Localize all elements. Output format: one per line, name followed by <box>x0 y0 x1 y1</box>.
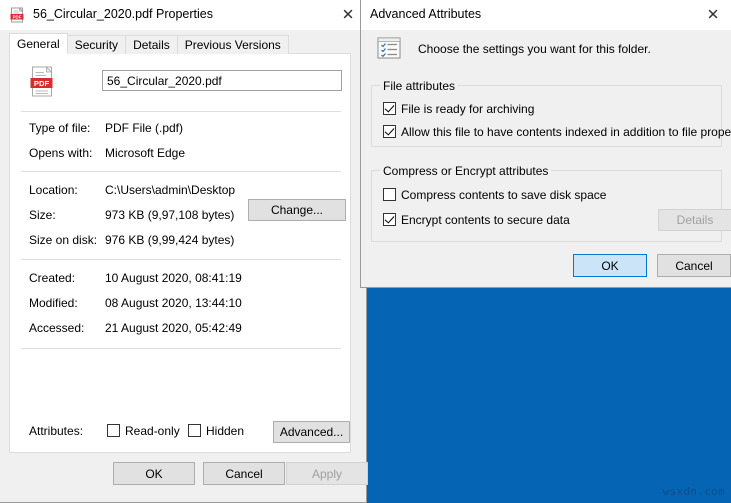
row-accessed: Accessed: 21 August 2020, 05:42:49 <box>21 321 343 339</box>
details-button: Details <box>658 209 731 231</box>
label-opens-with: Opens with: <box>29 146 93 160</box>
row-created: Created: 10 August 2020, 08:41:19 <box>21 271 343 289</box>
label-size: Size: <box>29 208 56 222</box>
row-location: Location: C:\Users\admin\Desktop <box>21 183 343 201</box>
row-modified: Modified: 08 August 2020, 13:44:10 <box>21 296 343 314</box>
divider-2 <box>21 171 341 172</box>
row-size: Size: 973 KB (9,97,108 bytes) <box>21 208 343 226</box>
properties-ok-button[interactable]: OK <box>113 462 195 485</box>
tab-details[interactable]: Details <box>125 35 178 54</box>
readonly-checkbox-box <box>107 424 120 437</box>
advanced-attributes-dialog: Advanced Attributes ✕ Choose the setting… <box>360 0 731 288</box>
advanced-dialog-title: Advanced Attributes <box>370 7 482 21</box>
value-size: 973 KB (9,97,108 bytes) <box>105 208 235 222</box>
svg-text:PDF: PDF <box>34 79 50 88</box>
file-attributes-group: File attributes File is ready for archiv… <box>371 79 731 147</box>
attributes-label: Attributes: <box>29 424 84 438</box>
general-tab-panel: PDF Type of file: PDF File (.pdf) Opens … <box>9 53 351 453</box>
compress-encrypt-legend: Compress or Encrypt attributes <box>380 164 552 178</box>
index-contents-checkbox-box <box>383 125 396 138</box>
tab-security[interactable]: Security <box>66 35 127 54</box>
index-contents-checkbox[interactable]: Allow this file to have contents indexed… <box>383 125 731 139</box>
encrypt-checkbox-label: Encrypt contents to secure data <box>401 213 570 227</box>
compress-checkbox-box <box>383 188 396 201</box>
divider-4 <box>21 348 341 349</box>
advanced-header: Choose the settings you want for this fo… <box>361 30 731 70</box>
hidden-checkbox-label: Hidden <box>206 424 245 438</box>
file-properties-window: PDF 56_Circular_2020.pdf Properties ✕ Ge… <box>0 0 368 503</box>
readonly-checkbox-label: Read-only <box>125 424 180 438</box>
index-contents-checkbox-label: Allow this file to have contents indexed… <box>401 125 731 139</box>
close-icon: ✕ <box>341 5 355 24</box>
tab-general[interactable]: General <box>9 33 68 54</box>
properties-tabstrip: General Security Details Previous Versio… <box>9 33 289 54</box>
file-attributes-legend: File attributes <box>380 79 459 93</box>
encrypt-checkbox[interactable]: Encrypt contents to secure data <box>383 213 570 227</box>
advanced-button[interactable]: Advanced... <box>273 421 350 443</box>
row-size-on-disk: Size on disk: 976 KB (9,99,424 bytes) <box>21 233 343 251</box>
label-location: Location: <box>29 183 78 197</box>
watermark: wsxdn.com <box>662 485 725 498</box>
label-type-of-file: Type of file: <box>29 121 91 135</box>
settings-list-icon <box>377 37 403 59</box>
advanced-cancel-button[interactable]: Cancel <box>657 254 731 277</box>
properties-titlebar: PDF 56_Circular_2020.pdf Properties ✕ <box>0 0 366 30</box>
compress-checkbox[interactable]: Compress contents to save disk space <box>383 188 606 202</box>
pdf-document-icon: PDF <box>30 66 56 98</box>
hidden-checkbox[interactable]: Hidden <box>188 424 244 438</box>
archiving-checkbox[interactable]: File is ready for archiving <box>383 102 534 116</box>
properties-footer: OK Cancel Apply <box>0 454 368 502</box>
close-icon: ✕ <box>706 5 720 24</box>
filename-input[interactable] <box>102 70 342 91</box>
value-opens-with: Microsoft Edge <box>105 146 186 160</box>
archiving-checkbox-box <box>383 102 396 115</box>
svg-text:PDF: PDF <box>13 14 22 19</box>
encrypt-checkbox-box <box>383 213 396 226</box>
archiving-checkbox-label: File is ready for archiving <box>401 102 535 116</box>
properties-window-title: 56_Circular_2020.pdf Properties <box>33 7 213 21</box>
divider-3 <box>21 259 341 260</box>
row-type-of-file: Type of file: PDF File (.pdf) <box>21 121 343 139</box>
compress-checkbox-label: Compress contents to save disk space <box>401 188 607 202</box>
value-created: 10 August 2020, 08:41:19 <box>105 271 242 285</box>
hidden-checkbox-box <box>188 424 201 437</box>
advanced-titlebar: Advanced Attributes ✕ <box>361 0 731 30</box>
label-accessed: Accessed: <box>29 321 85 335</box>
row-opens-with: Opens with: Microsoft Edge <box>21 146 343 164</box>
file-header-row: PDF <box>20 66 342 100</box>
tab-previous-versions[interactable]: Previous Versions <box>176 35 289 54</box>
compress-encrypt-group: Compress or Encrypt attributes Compress … <box>371 164 731 242</box>
value-type-of-file: PDF File (.pdf) <box>105 121 184 135</box>
value-modified: 08 August 2020, 13:44:10 <box>105 296 242 310</box>
pdf-file-icon: PDF <box>10 7 26 23</box>
divider-1 <box>21 111 341 112</box>
readonly-checkbox[interactable]: Read-only <box>107 424 180 438</box>
properties-cancel-button[interactable]: Cancel <box>203 462 285 485</box>
properties-apply-button: Apply <box>286 462 368 485</box>
label-modified: Modified: <box>29 296 78 310</box>
value-accessed: 21 August 2020, 05:42:49 <box>105 321 242 335</box>
label-size-on-disk: Size on disk: <box>29 233 98 247</box>
advanced-close-button[interactable]: ✕ <box>697 2 729 28</box>
advanced-header-text: Choose the settings you want for this fo… <box>418 42 651 56</box>
value-size-on-disk: 976 KB (9,99,424 bytes) <box>105 233 235 247</box>
advanced-ok-button[interactable]: OK <box>573 254 647 277</box>
value-location: C:\Users\admin\Desktop <box>105 183 236 197</box>
label-created: Created: <box>29 271 76 285</box>
